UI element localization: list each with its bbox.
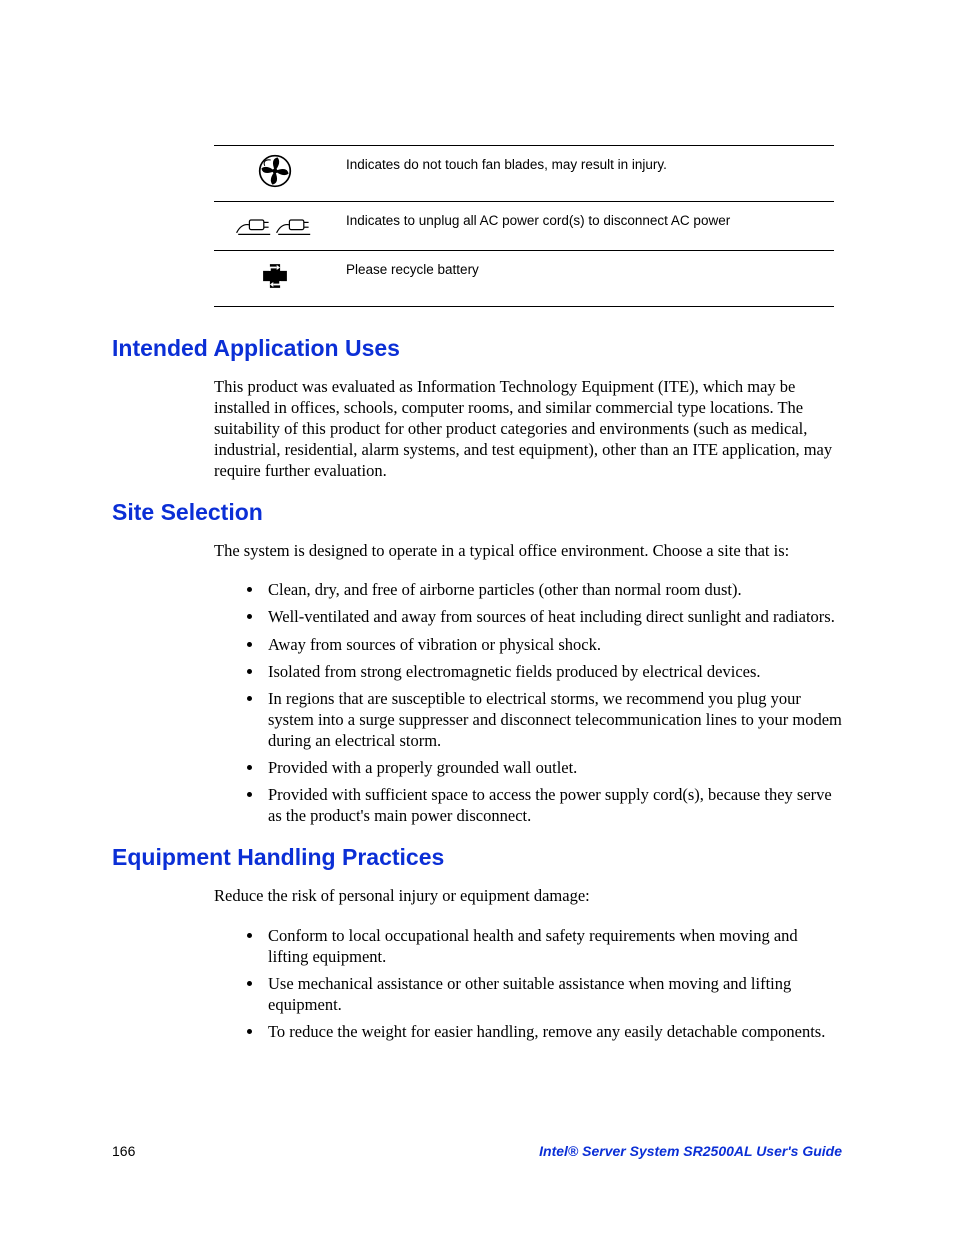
page-footer: 166 Intel® Server System SR2500AL User's… [112, 1143, 842, 1159]
recycle-battery-icon [258, 259, 292, 293]
heading-equipment-handling-practices: Equipment Handling Practices [112, 844, 842, 871]
heading-site-selection: Site Selection [112, 499, 842, 526]
list-item: Clean, dry, and free of airborne particl… [264, 579, 842, 600]
table-cell-text: Indicates to unplug all AC power cord(s)… [336, 201, 834, 251]
list-item: Well-ventilated and away from sources of… [264, 606, 842, 627]
body-paragraph: This product was evaluated as Informatio… [214, 376, 842, 482]
site-selection-list: Clean, dry, and free of airborne particl… [240, 579, 842, 826]
body-paragraph: Reduce the risk of personal injury or eq… [214, 885, 842, 906]
table-row: Indicates do not touch fan blades, may r… [214, 146, 834, 202]
table-cell-icon [214, 146, 336, 202]
list-item: In regions that are susceptible to elect… [264, 688, 842, 751]
fan-blade-icon [258, 154, 292, 188]
list-item: Use mechanical assistance or other suita… [264, 973, 842, 1015]
body-paragraph: The system is designed to operate in a t… [214, 540, 842, 561]
footer-title: Intel® Server System SR2500AL User's Gui… [539, 1143, 842, 1159]
table-cell-icon [214, 201, 336, 251]
table-cell-text: Indicates do not touch fan blades, may r… [336, 146, 834, 202]
page-number: 166 [112, 1143, 135, 1159]
table-cell-icon [214, 251, 336, 307]
table-cell-text: Please recycle battery [336, 251, 834, 307]
heading-intended-application-uses: Intended Application Uses [112, 335, 842, 362]
equipment-handling-list: Conform to local occupational health and… [240, 925, 842, 1043]
list-item: Provided with a properly grounded wall o… [264, 757, 842, 778]
list-item: Isolated from strong electromagnetic fie… [264, 661, 842, 682]
table-row: Please recycle battery [214, 251, 834, 307]
safety-symbol-table: Indicates do not touch fan blades, may r… [214, 145, 834, 307]
table-row: Indicates to unplug all AC power cord(s)… [214, 201, 834, 251]
unplug-power-icon [235, 210, 315, 238]
list-item: Provided with sufficient space to access… [264, 784, 842, 826]
page: Indicates do not touch fan blades, may r… [0, 0, 954, 1235]
list-item: Away from sources of vibration or physic… [264, 634, 842, 655]
list-item: To reduce the weight for easier handling… [264, 1021, 842, 1042]
list-item: Conform to local occupational health and… [264, 925, 842, 967]
